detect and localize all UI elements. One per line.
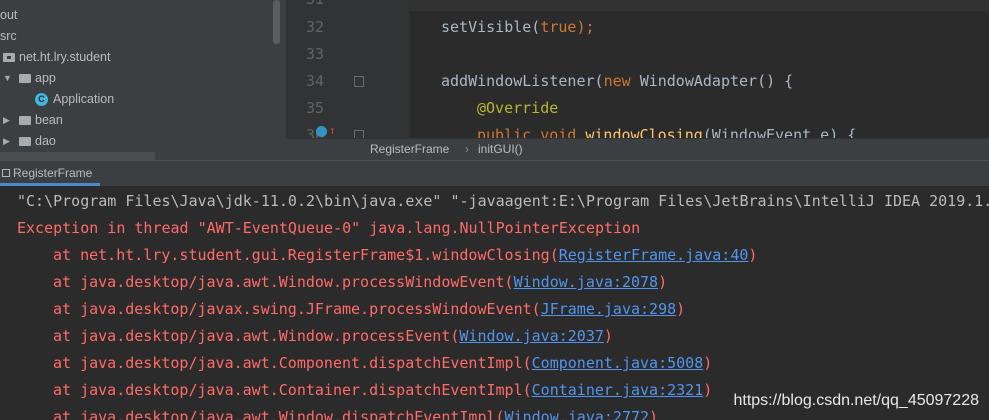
- tree-item-application[interactable]: C Application: [0, 89, 286, 110]
- tree-item-label: dao: [35, 134, 56, 148]
- code-line-34: addWindowListener(new WindowAdapter() {: [441, 72, 794, 90]
- run-toolwindow-header: RegisterFrame: [0, 160, 989, 186]
- code-line-32: setVisible(true);: [441, 18, 595, 36]
- stack-trace-link[interactable]: JFrame.java:298: [541, 300, 676, 318]
- current-line-highlight: [409, 0, 989, 11]
- breadcrumb-separator-icon: ›: [465, 142, 469, 156]
- tree-item-app[interactable]: ▼ app: [0, 68, 286, 89]
- tree-item-label: bean: [35, 113, 63, 127]
- stack-trace-line: at java.desktop/javax.swing.JFrame.proce…: [53, 300, 686, 318]
- code-line-36: public void windowClosing(WindowEvent e)…: [477, 126, 857, 138]
- tree-item-package[interactable]: net.ht.lry.student: [0, 47, 286, 68]
- tree-item-label: out: [0, 8, 18, 22]
- breadcrumb-item-method[interactable]: initGUI(): [478, 139, 523, 160]
- line-number: 31: [290, 0, 324, 8]
- override-marker-icon[interactable]: [316, 126, 327, 137]
- stack-trace-line: at java.desktop/java.awt.Window.dispatch…: [53, 408, 658, 420]
- folder-icon: [19, 116, 31, 125]
- run-tab-label: RegisterFrame: [13, 166, 93, 180]
- tree-item-bean[interactable]: ▶ bean: [0, 110, 286, 131]
- stack-trace-link[interactable]: Window.java:2078: [514, 273, 659, 291]
- package-folder-icon: [3, 53, 15, 62]
- project-tree: out src net.ht.lry.student ▼ app C Appli…: [0, 0, 286, 160]
- run-tab-registerframe[interactable]: RegisterFrame: [0, 161, 101, 186]
- stack-trace-link[interactable]: Window.java:2772: [505, 408, 650, 420]
- stack-trace-line: at java.desktop/java.awt.Window.processE…: [53, 327, 613, 345]
- editor-gutter: 31 32 33 34 35 36 ↑: [286, 0, 409, 138]
- stack-trace-line: at net.ht.lry.student.gui.RegisterFrame$…: [53, 246, 758, 264]
- line-number: 32: [305, 18, 324, 36]
- line-number: 33: [305, 45, 324, 63]
- stack-trace-line: at java.desktop/java.awt.Component.dispa…: [53, 354, 713, 372]
- line-number: 34: [305, 72, 324, 90]
- tree-item-dao[interactable]: ▶ dao: [0, 131, 286, 152]
- stack-trace-link[interactable]: RegisterFrame.java:40: [559, 246, 749, 264]
- stack-trace-line: at java.desktop/java.awt.Container.dispa…: [53, 381, 713, 399]
- collapsed-arrow-icon[interactable]: ▶: [3, 110, 10, 131]
- tree-item-selected[interactable]: [0, 152, 155, 160]
- stack-trace-link[interactable]: Component.java:5008: [532, 354, 704, 372]
- stack-trace-link[interactable]: Window.java:2037: [459, 327, 604, 345]
- tree-item-label: Application: [53, 92, 115, 106]
- expanded-arrow-icon[interactable]: ▼: [3, 68, 12, 89]
- code-line-35: @Override: [477, 99, 559, 117]
- folder-icon: [19, 74, 31, 83]
- breadcrumb: RegisterFrame › initGUI(): [286, 138, 989, 160]
- console-command-line: "C:\Program Files\Java\jdk-11.0.2\bin\ja…: [17, 192, 989, 210]
- code-editor[interactable]: setVisible(true); addWindowListener(new …: [409, 0, 989, 138]
- console-exception-line: Exception in thread "AWT-EventQueue-0" j…: [17, 219, 641, 237]
- tree-item-label: src: [0, 29, 17, 43]
- line-number: 35: [305, 99, 324, 117]
- run-config-icon: [2, 169, 10, 177]
- stack-trace-link[interactable]: Container.java:2321: [532, 381, 704, 399]
- class-icon: C: [35, 93, 48, 106]
- fold-marker-icon[interactable]: [354, 76, 364, 87]
- tree-item-label: net.ht.lry.student: [19, 50, 111, 64]
- breadcrumb-item-class[interactable]: RegisterFrame: [370, 139, 449, 160]
- tree-scrollbar[interactable]: [273, 0, 280, 44]
- stack-trace-line: at java.desktop/java.awt.Window.processW…: [53, 273, 668, 291]
- watermark: https://blog.csdn.net/qq_45097228: [733, 392, 979, 409]
- implements-arrow-icon[interactable]: ↑: [329, 124, 336, 137]
- folder-icon: [19, 137, 31, 146]
- collapsed-arrow-icon[interactable]: ▶: [3, 131, 10, 152]
- fold-marker-icon[interactable]: [354, 130, 364, 138]
- console-output[interactable]: "C:\Program Files\Java\jdk-11.0.2\bin\ja…: [0, 186, 989, 420]
- tree-item-label: app: [35, 71, 56, 85]
